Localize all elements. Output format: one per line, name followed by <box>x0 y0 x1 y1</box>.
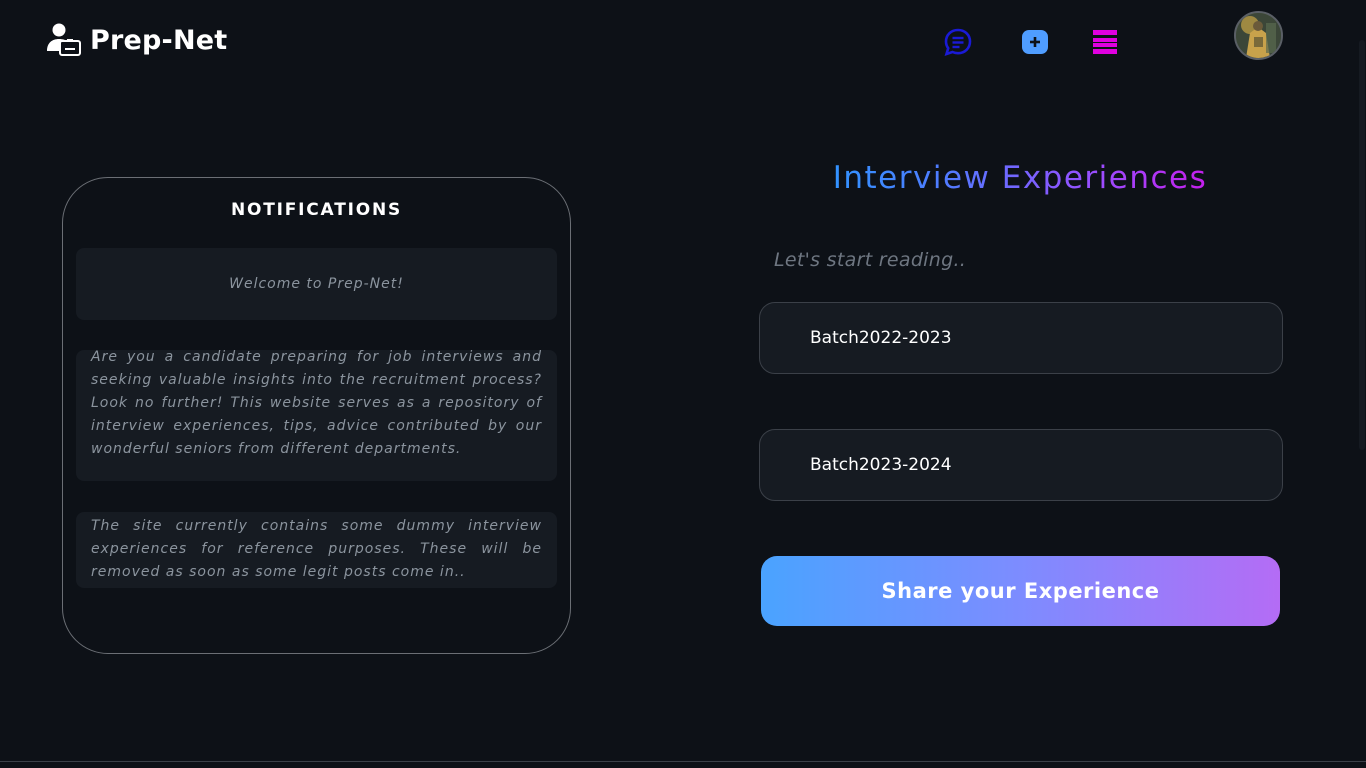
scrollbar[interactable] <box>1357 0 1366 761</box>
user-with-id-card-icon <box>47 23 81 56</box>
menu-button[interactable] <box>1090 27 1120 57</box>
batch-label: Batch2023-2024 <box>810 455 952 475</box>
batch-2023-2024-button[interactable]: Batch2023-2024 <box>759 429 1283 501</box>
scrollbar-thumb[interactable] <box>1359 40 1365 450</box>
user-avatar[interactable] <box>1234 11 1283 60</box>
notification-item: The site currently contains some dummy i… <box>76 512 557 588</box>
batch-2022-2023-button[interactable]: Batch2022-2023 <box>759 302 1283 374</box>
notification-text: The site currently contains some dummy i… <box>91 518 542 580</box>
plus-square-icon <box>1022 30 1048 54</box>
notifications-title: NOTIFICATIONS <box>230 200 403 220</box>
page-heading: Interview Experiences <box>760 160 1280 196</box>
tagline: Let's start reading.. <box>774 249 967 271</box>
add-post-button[interactable] <box>1020 27 1050 57</box>
avatar-image <box>1236 13 1281 58</box>
brand-logo-link[interactable]: Prep-Net <box>44 20 227 60</box>
notification-text: Welcome to Prep-Net! <box>229 275 404 292</box>
notification-item: Are you a candidate preparing for job in… <box>76 349 557 481</box>
chat-button[interactable] <box>943 27 973 57</box>
notification-item: Welcome to Prep-Net! <box>76 248 557 320</box>
notifications-panel: NOTIFICATIONS Welcome to Prep-Net! Are y… <box>62 177 571 654</box>
share-button-label: Share your Experience <box>881 579 1160 603</box>
notification-text: Are you a candidate preparing for job in… <box>91 349 542 457</box>
footer-divider <box>0 761 1366 762</box>
page: Prep-Net NOTIFICATIONS Welcome to Prep-N… <box>0 0 1366 768</box>
stack-menu-icon <box>1093 30 1117 54</box>
batch-label: Batch2022-2023 <box>810 328 952 348</box>
brand-name: Prep-Net <box>90 24 228 56</box>
chat-bubble-icon <box>944 28 972 57</box>
share-experience-button[interactable]: Share your Experience <box>761 556 1280 626</box>
